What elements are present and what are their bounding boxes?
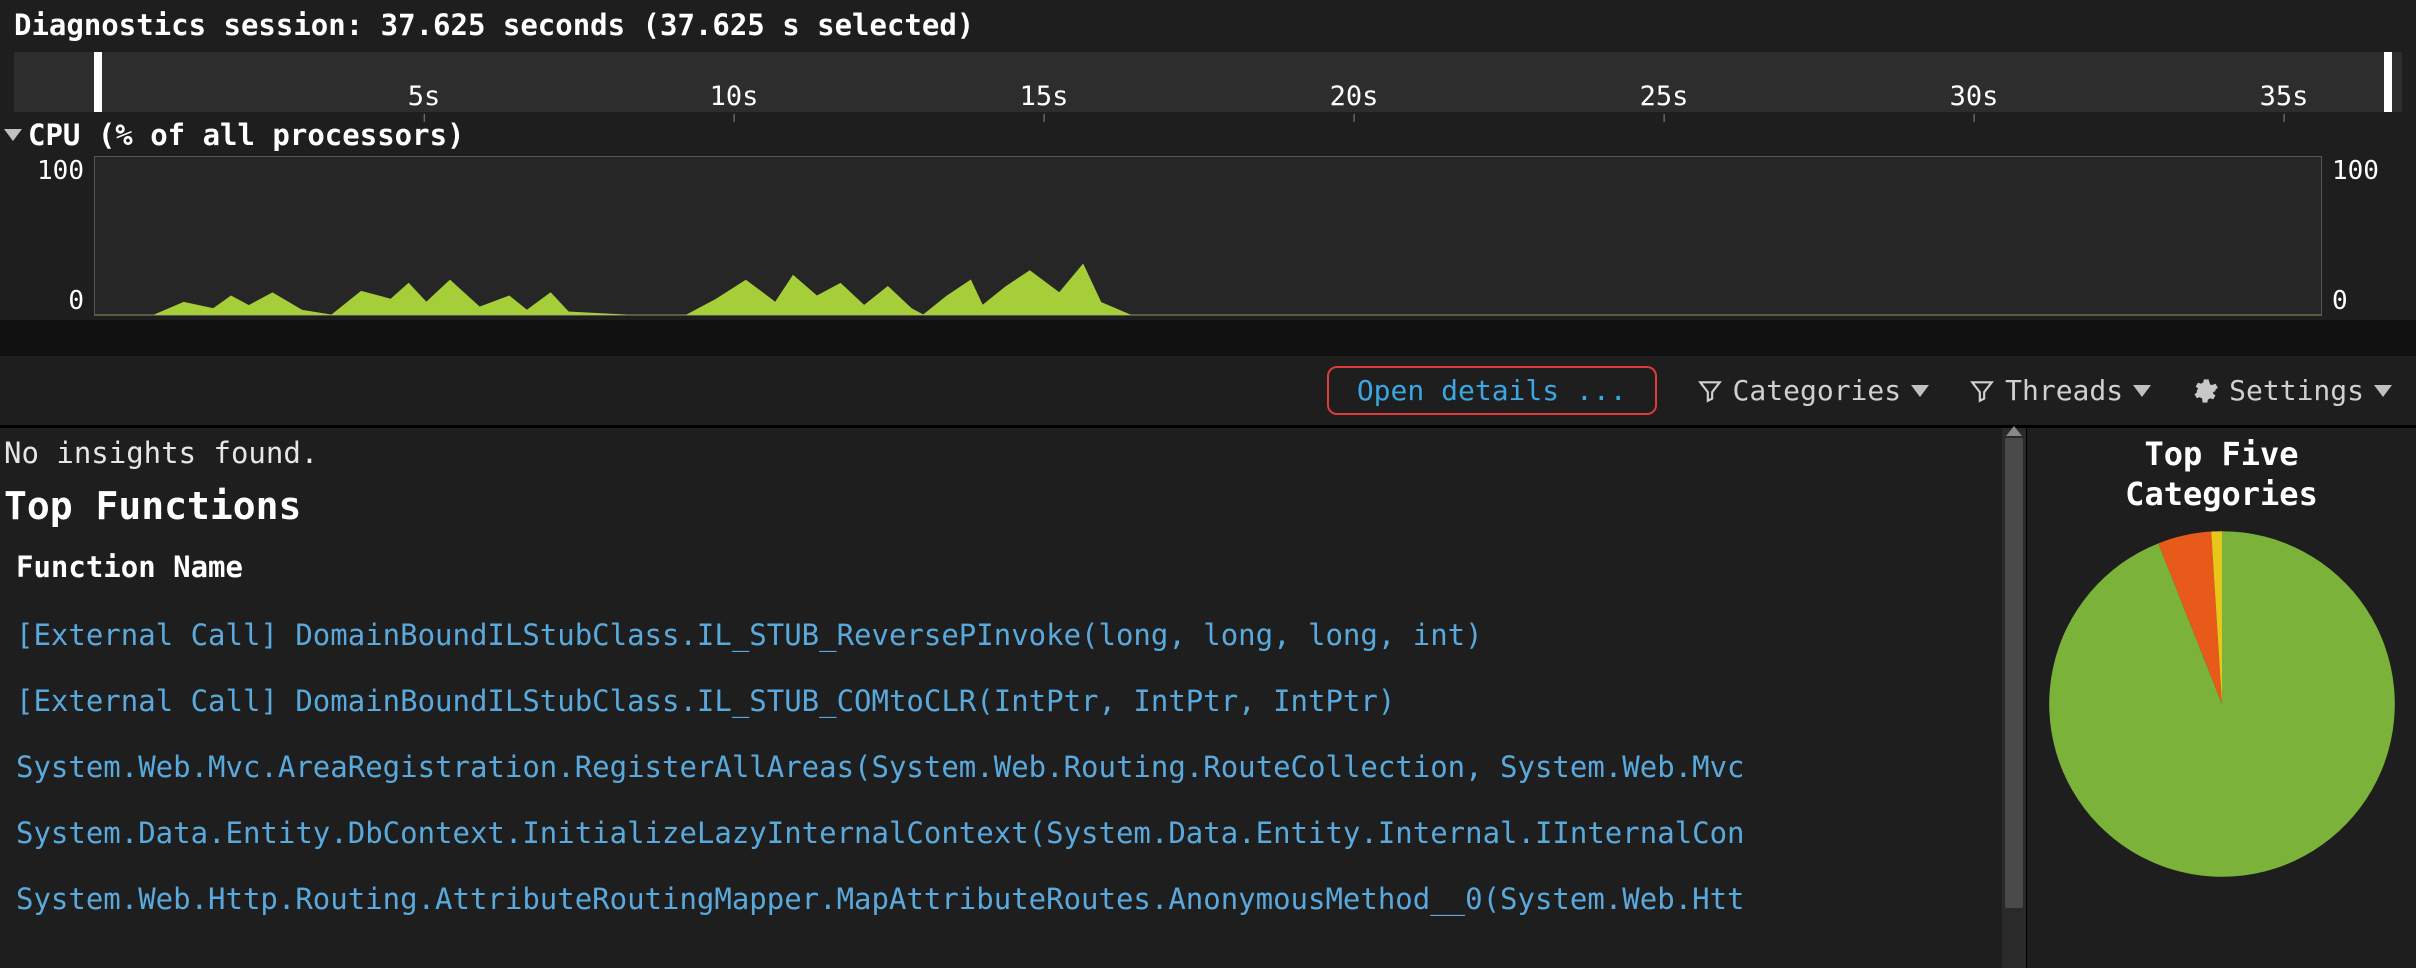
categories-label: Categories [1733, 374, 1902, 407]
cpu-yaxis-max: 100 [37, 156, 84, 186]
timeline-ruler[interactable]: 5s 10s 15s 20s 25s 30s 35s [14, 52, 2402, 112]
timeline-tick: 30s [1950, 81, 1999, 112]
pie-title-line2: Categories [2027, 474, 2416, 514]
threads-label: Threads [2005, 374, 2123, 407]
top-categories-pane: Top Five Categories [2026, 428, 2416, 968]
function-row[interactable]: [External Call] DomainBoundILStubClass.I… [16, 602, 2002, 668]
vertical-scrollbar[interactable] [2002, 428, 2026, 968]
settings-label: Settings [2229, 374, 2364, 407]
cpu-lane: 100 0 100 0 [14, 156, 2402, 316]
top-functions-pane: No insights found. Top Functions Functio… [0, 428, 2002, 968]
scroll-up-arrow-icon[interactable] [2006, 426, 2022, 436]
cpu-sparkline [95, 157, 2321, 315]
gear-icon [2191, 377, 2219, 405]
top-functions-heading: Top Functions [4, 480, 2002, 550]
cpu-yaxis-left: 100 0 [14, 156, 94, 316]
function-row[interactable]: System.Web.Mvc.AreaRegistration.Register… [16, 734, 2002, 800]
function-row[interactable]: System.Data.Entity.DbContext.InitializeL… [16, 800, 2002, 866]
timeline-tick: 10s [710, 81, 759, 112]
cpu-yaxis-right: 100 0 [2322, 156, 2402, 316]
cpu-lane-header[interactable]: CPU (% of all processors) [0, 112, 2416, 156]
threads-filter-button[interactable]: Threads [1969, 374, 2151, 407]
collapse-triangle-icon[interactable] [4, 129, 22, 141]
function-row[interactable]: System.Web.Http.Routing.AttributeRouting… [16, 866, 2002, 932]
cpu-lane-label: CPU (% of all processors) [28, 118, 465, 152]
horizontal-separator [0, 320, 2416, 356]
results-body: No insights found. Top Functions Functio… [0, 428, 2416, 968]
chevron-down-icon [1911, 385, 1929, 397]
cpu-yaxis-min: 0 [2332, 286, 2348, 316]
cpu-yaxis-min: 0 [68, 286, 84, 316]
timeline-tick: 25s [1640, 81, 1689, 112]
timeline-tick: 35s [2260, 81, 2309, 112]
insights-message: No insights found. [4, 432, 2002, 480]
cpu-yaxis-max: 100 [2332, 156, 2379, 186]
cpu-plot[interactable] [94, 156, 2322, 316]
open-details-button[interactable]: Open details ... [1327, 366, 1657, 415]
timeline-tick: 5s [408, 81, 441, 112]
function-list: [External Call] DomainBoundILStubClass.I… [4, 602, 2002, 932]
chevron-down-icon [2133, 385, 2151, 397]
timeline-tick: 15s [1020, 81, 1069, 112]
pie-title-line1: Top Five [2027, 434, 2416, 474]
settings-button[interactable]: Settings [2191, 374, 2392, 407]
filter-icon [1969, 378, 1995, 404]
session-header: Diagnostics session: 37.625 seconds (37.… [0, 0, 2416, 52]
categories-pie-chart[interactable] [2042, 524, 2402, 884]
selection-handle-right[interactable] [2384, 52, 2392, 112]
function-row[interactable]: [External Call] DomainBoundILStubClass.I… [16, 668, 2002, 734]
function-name-column-header[interactable]: Function Name [4, 550, 2002, 602]
details-toolbar: Open details ... Categories Threads Sett… [0, 356, 2416, 428]
scrollbar-thumb[interactable] [2005, 438, 2023, 908]
filter-icon [1697, 378, 1723, 404]
timeline-tick: 20s [1330, 81, 1379, 112]
chevron-down-icon [2374, 385, 2392, 397]
categories-filter-button[interactable]: Categories [1697, 374, 1930, 407]
selection-handle-left[interactable] [94, 52, 102, 112]
